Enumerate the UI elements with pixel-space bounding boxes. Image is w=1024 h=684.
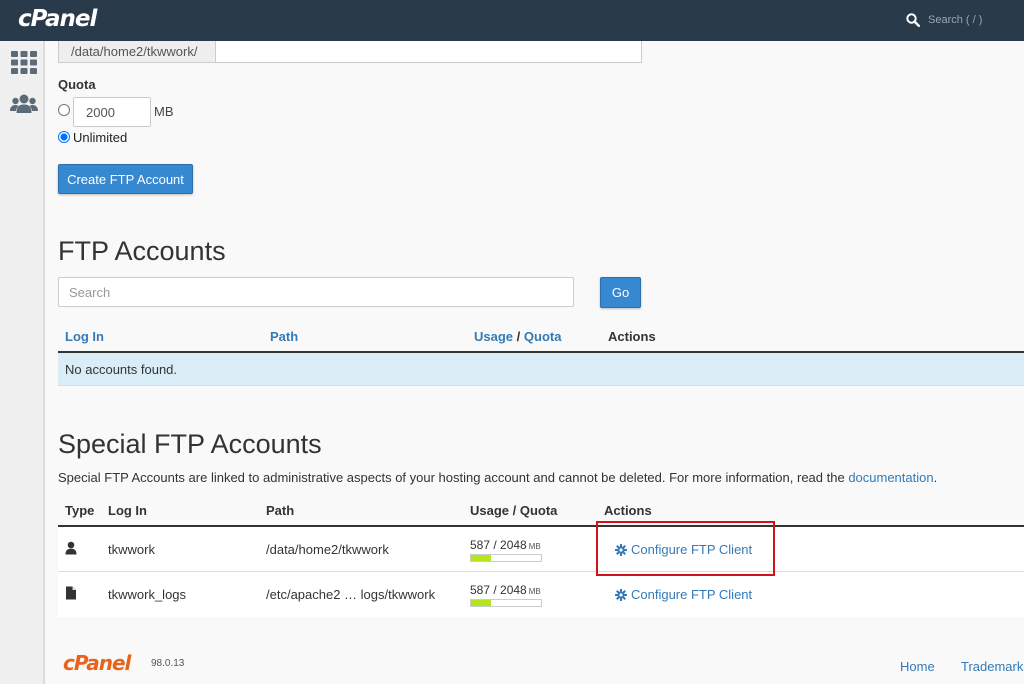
table-row: tkwwork_logs /etc/apache2 … logs/tkwwork…	[58, 572, 1024, 617]
footer-cpanel-logo: cPanel	[63, 651, 131, 675]
search-icon	[906, 13, 920, 27]
quota-limited-radio[interactable]	[58, 104, 70, 116]
usage-bar-fill	[471, 555, 492, 561]
ftp-accounts-title: FTP Accounts	[58, 236, 226, 266]
documentation-link[interactable]: documentation	[848, 470, 933, 485]
sidebar	[0, 41, 45, 684]
configure-ftp-client-link[interactable]: Configure FTP Client	[615, 587, 752, 602]
special-ftp-title: Special FTP Accounts	[58, 429, 322, 459]
create-ftp-account-button[interactable]: Create FTP Account	[58, 164, 193, 194]
gear-icon	[615, 588, 627, 601]
actions-header: Actions	[608, 329, 656, 344]
usage-bar-fill	[471, 600, 492, 606]
ftp-search-input[interactable]	[58, 277, 574, 307]
special-ftp-description-end: .	[933, 470, 938, 485]
directory-field: /data/home2/tkwwork/	[58, 41, 642, 63]
usage-unit: MB	[528, 542, 541, 551]
quota-unlimited-label[interactable]: Unlimited	[73, 130, 127, 145]
global-search[interactable]: Search ( / )	[906, 10, 982, 30]
footer-trademarks-link[interactable]: Trademarks	[961, 659, 1024, 674]
sort-login-link[interactable]: Log In	[65, 329, 104, 344]
users-icon[interactable]	[10, 91, 38, 119]
cpanel-logo[interactable]: cPanel	[18, 6, 97, 32]
apps-grid-icon[interactable]	[10, 49, 38, 77]
global-search-placeholder[interactable]: Search ( / )	[928, 14, 982, 26]
user-icon	[65, 541, 77, 555]
configure-ftp-client-label[interactable]: Configure FTP Client	[631, 587, 752, 602]
sort-quota-link[interactable]: Quota	[524, 329, 562, 344]
account-path: /data/home2/tkwwork	[266, 542, 389, 557]
actions-header: Actions	[604, 503, 652, 518]
ftp-table-header: Log In Path Usage / Quota Actions	[58, 321, 1024, 353]
usage-text: 587 / 2048	[470, 538, 527, 552]
version-number: 98.0.13	[151, 658, 185, 669]
directory-prefix: /data/home2/tkwwork/	[59, 41, 216, 62]
quota-unit: MB	[154, 104, 174, 119]
special-ftp-description-text: Special FTP Accounts are linked to admin…	[58, 470, 849, 485]
usage-quota-header: Usage / Quota	[474, 329, 561, 344]
directory-input[interactable]	[216, 41, 641, 62]
sort-usage-link[interactable]: Usage	[474, 329, 513, 344]
usage-bar	[470, 599, 542, 607]
go-button[interactable]: Go	[600, 277, 641, 308]
type-header: Type	[65, 503, 95, 518]
usage-cell: 587 / 2048 MB	[470, 537, 546, 562]
footer: cPanel 98.0.13 Home Trademarks	[58, 645, 1024, 675]
footer-home-link[interactable]: Home	[900, 659, 935, 674]
account-path: /etc/apache2 … logs/tkwwork	[266, 587, 436, 602]
quota-unlimited-radio[interactable]	[58, 131, 70, 143]
special-ftp-description: Special FTP Accounts are linked to admin…	[58, 470, 988, 485]
no-accounts-row: No accounts found.	[58, 353, 1024, 386]
quota-label: Quota	[58, 77, 96, 92]
account-login: tkwwork	[108, 542, 155, 557]
highlight-annotation-box	[596, 521, 775, 576]
file-icon	[66, 586, 76, 600]
quota-input[interactable]	[73, 97, 151, 127]
top-navbar: cPanel Search ( / )	[0, 0, 1024, 41]
usage-quota-separator: /	[516, 329, 521, 344]
usage-text: 587 / 2048	[470, 583, 527, 597]
table-row: tkwwork /data/home2/tkwwork 587 / 2048 MB…	[58, 527, 1024, 572]
login-header: Log In	[108, 503, 147, 518]
usage-quota-header: Usage / Quota	[470, 503, 558, 518]
usage-cell: 587 / 2048 MB	[470, 582, 546, 607]
path-header: Path	[266, 503, 295, 518]
special-table-header: Type Log In Path Usage / Quota Actions	[58, 499, 1024, 527]
account-login: tkwwork_logs	[108, 587, 187, 602]
usage-bar	[470, 554, 542, 562]
sort-path-link[interactable]: Path	[270, 329, 298, 344]
usage-unit: MB	[528, 587, 541, 596]
